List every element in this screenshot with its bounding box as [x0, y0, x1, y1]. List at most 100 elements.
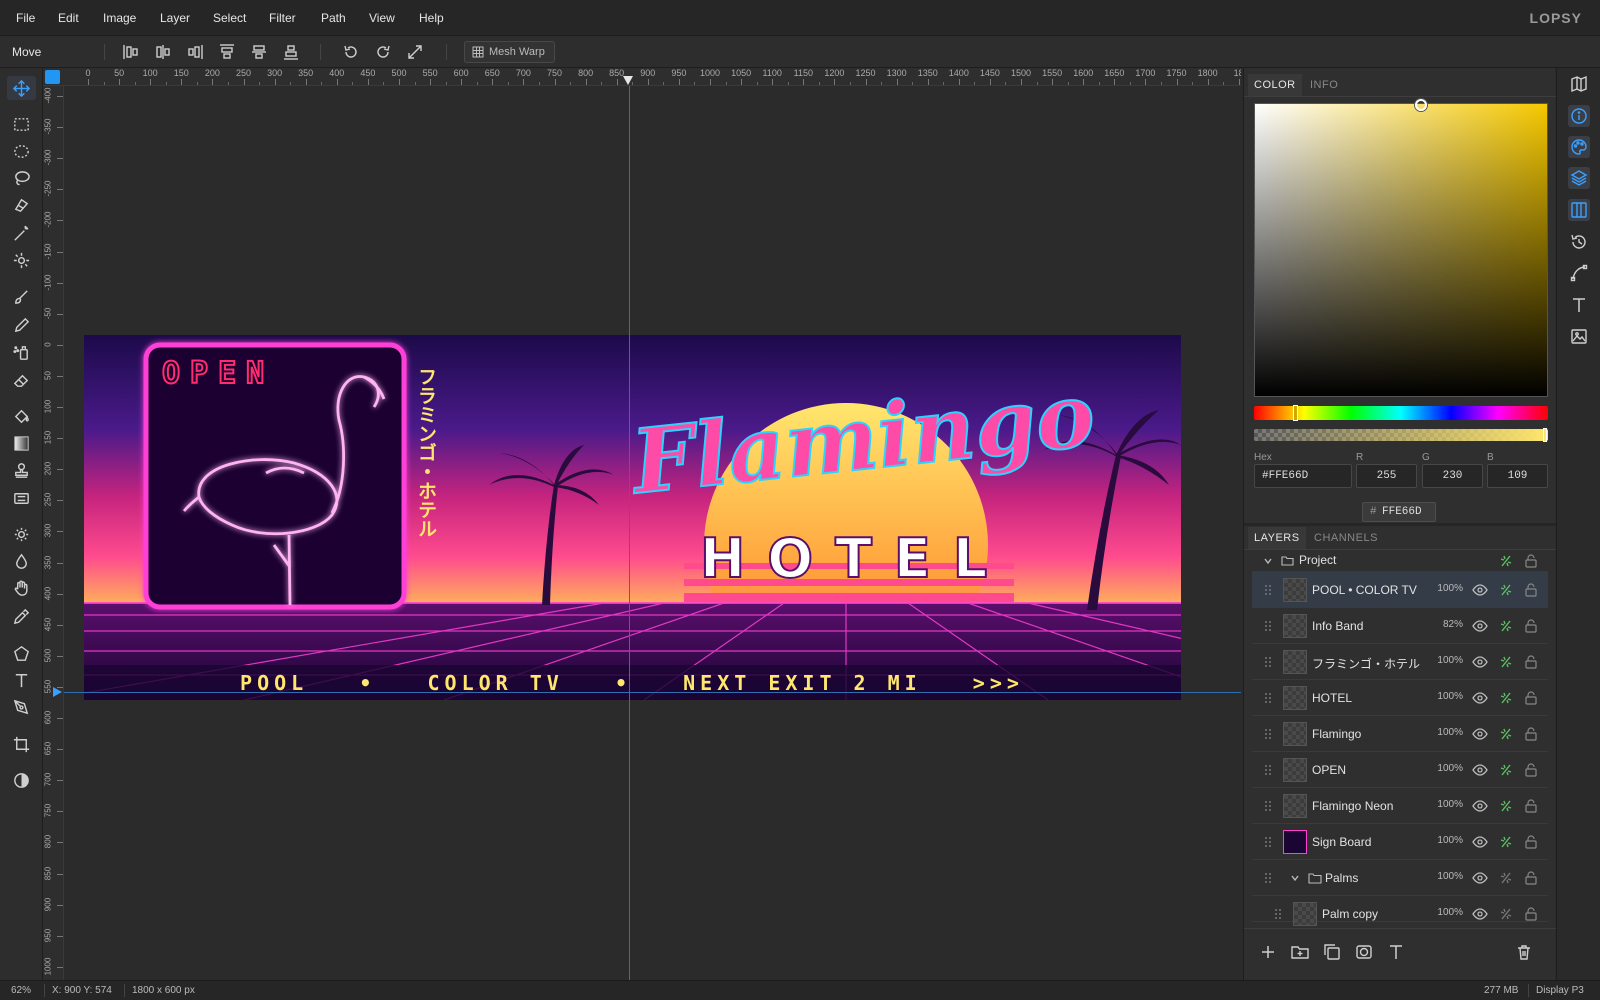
trash-icon[interactable]	[1514, 942, 1534, 962]
hue-slider[interactable]	[1254, 405, 1548, 421]
quick-select-icon[interactable]	[12, 251, 31, 270]
align-right-icon[interactable]	[186, 43, 204, 61]
layer-name[interactable]: POOL • COLOR TV	[1312, 583, 1417, 597]
g-input[interactable]: 230	[1422, 464, 1483, 488]
fx-icon[interactable]	[1498, 553, 1514, 569]
layer-opacity[interactable]: 100%	[1437, 799, 1463, 810]
pen-tool-icon[interactable]	[12, 698, 31, 717]
chevron-down-icon[interactable]	[1290, 873, 1300, 883]
paths-icon[interactable]	[1568, 262, 1590, 284]
ruler-origin-corner[interactable]	[45, 70, 60, 84]
channels-icon[interactable]	[1568, 199, 1590, 221]
eyedropper-icon[interactable]	[12, 607, 31, 626]
saturation-value-picker[interactable]	[1254, 99, 1548, 397]
layer-row[interactable]: Palm copy 100%	[1252, 896, 1548, 926]
layer-name[interactable]: Sign Board	[1312, 835, 1371, 849]
rotate-right-icon[interactable]	[374, 43, 392, 61]
alpha-slider[interactable]	[1254, 428, 1548, 442]
rect-marquee-icon[interactable]	[12, 115, 31, 134]
history-icon[interactable]	[1568, 231, 1590, 253]
layer-name[interactable]: OPEN	[1312, 763, 1346, 777]
crop-icon[interactable]	[12, 735, 31, 754]
alpha-handle[interactable]	[1543, 428, 1547, 442]
expand-icon[interactable]	[406, 43, 424, 61]
eye-icon[interactable]	[1472, 726, 1488, 742]
layer-row[interactable]: POOL • COLOR TV 100%	[1252, 572, 1548, 608]
image-add-icon[interactable]	[1568, 325, 1590, 347]
brush-icon[interactable]	[12, 288, 31, 307]
hue-handle[interactable]	[1293, 405, 1298, 421]
palette-icon[interactable]	[1568, 136, 1590, 158]
mesh-warp-button[interactable]: Mesh Warp	[464, 41, 555, 63]
menu-layer[interactable]: Layer	[160, 11, 190, 25]
menu-filter[interactable]: Filter	[269, 11, 296, 25]
add-text-layer-icon[interactable]	[1386, 942, 1406, 962]
drag-handle-icon[interactable]	[1264, 692, 1272, 704]
drag-handle-icon[interactable]	[1264, 764, 1272, 776]
lock-icon[interactable]	[1524, 618, 1538, 634]
layer-name[interactable]: フラミンゴ・ホテル	[1312, 655, 1420, 672]
lock-icon[interactable]	[1524, 870, 1538, 886]
hex-input[interactable]: #FFE66D	[1254, 464, 1352, 488]
artwork[interactable]: OPEN フラミンゴ・ホテル Flamingo HOTEL POOL • COL…	[84, 335, 1181, 700]
align-top-icon[interactable]	[218, 43, 236, 61]
magic-wand-icon[interactable]	[12, 224, 31, 243]
eye-icon[interactable]	[1472, 798, 1488, 814]
eye-icon[interactable]	[1472, 654, 1488, 670]
layer-row[interactable]: OPEN 100%	[1252, 752, 1548, 788]
eye-icon[interactable]	[1472, 618, 1488, 634]
fx-icon[interactable]	[1498, 654, 1514, 670]
layer-row[interactable]: HOTEL 100%	[1252, 680, 1548, 716]
drag-handle-icon[interactable]	[1264, 836, 1272, 848]
pencil-icon[interactable]	[12, 316, 31, 335]
fx-icon[interactable]	[1498, 582, 1514, 598]
chevron-down-icon[interactable]	[1263, 556, 1273, 566]
fx-icon[interactable]	[1498, 618, 1514, 634]
lock-icon[interactable]	[1524, 690, 1538, 706]
lasso-icon[interactable]	[12, 169, 31, 188]
menu-path[interactable]: Path	[321, 11, 346, 25]
layer-name[interactable]: Info Band	[1312, 619, 1363, 633]
fx-icon[interactable]	[1498, 906, 1514, 922]
eye-icon[interactable]	[1472, 906, 1488, 922]
add-layer-icon[interactable]	[1258, 942, 1278, 962]
eye-icon[interactable]	[1472, 762, 1488, 778]
layer-opacity[interactable]: 100%	[1437, 763, 1463, 774]
layer-row[interactable]: フラミンゴ・ホテル 100%	[1252, 644, 1548, 680]
layer-row[interactable]: Palms 100%	[1252, 860, 1548, 896]
fx-icon[interactable]	[1498, 690, 1514, 706]
layer-row[interactable]: Flamingo Neon 100%	[1252, 788, 1548, 824]
layer-opacity[interactable]: 100%	[1437, 691, 1463, 702]
eye-icon[interactable]	[1472, 582, 1488, 598]
dodge-icon[interactable]	[12, 525, 31, 544]
layers-icon[interactable]	[1568, 167, 1590, 189]
layer-opacity[interactable]: 100%	[1437, 835, 1463, 846]
hand-icon[interactable]	[12, 579, 31, 598]
ruler-horizontal[interactable]: 0 50 100 150 200 250 300 350 400 450 500 550 600 650 7…	[43, 68, 1241, 86]
hex-chip[interactable]: # FFE66D	[1362, 502, 1436, 522]
duplicate-icon[interactable]	[1322, 942, 1342, 962]
align-left-icon[interactable]	[122, 43, 140, 61]
lock-icon[interactable]	[1524, 553, 1538, 569]
mask-icon[interactable]	[1354, 942, 1374, 962]
gradient-icon[interactable]	[12, 434, 31, 453]
align-middle-v-icon[interactable]	[250, 43, 268, 61]
paint-bucket-icon[interactable]	[12, 407, 31, 426]
sv-handle[interactable]	[1415, 99, 1427, 111]
menu-image[interactable]: Image	[103, 11, 136, 25]
drag-handle-icon[interactable]	[1264, 620, 1272, 632]
zoom-level[interactable]: 62%	[11, 985, 31, 996]
layer-name[interactable]: Palms	[1325, 871, 1358, 885]
layer-opacity[interactable]: 100%	[1437, 655, 1463, 666]
layer-opacity[interactable]: 100%	[1437, 727, 1463, 738]
layer-opacity[interactable]: 82%	[1443, 619, 1463, 630]
layer-name[interactable]: HOTEL	[1312, 691, 1352, 705]
spray-icon[interactable]	[12, 343, 31, 362]
b-input[interactable]: 109	[1487, 464, 1548, 488]
layer-name[interactable]: Flamingo Neon	[1312, 799, 1393, 813]
rotate-left-icon[interactable]	[342, 43, 360, 61]
lock-icon[interactable]	[1524, 726, 1538, 742]
contrast-icon[interactable]	[12, 771, 31, 790]
lock-icon[interactable]	[1524, 762, 1538, 778]
layer-name[interactable]: Palm copy	[1322, 907, 1378, 921]
